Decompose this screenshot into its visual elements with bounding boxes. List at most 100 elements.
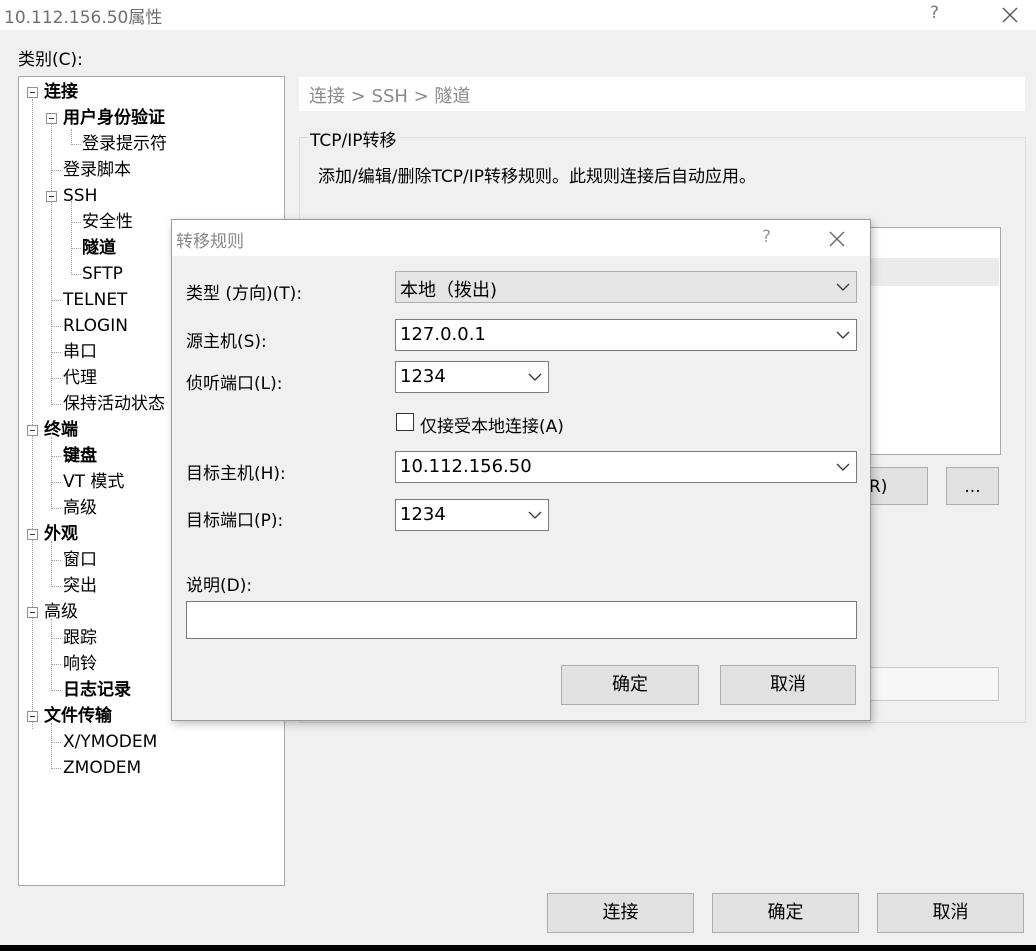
- tree-item-window[interactable]: 窗口: [63, 549, 97, 571]
- group-description: 添加/编辑/删除TCP/IP转移规则。此规则连接后自动应用。: [318, 167, 756, 187]
- tree-line: [51, 508, 61, 509]
- tree-item-auth[interactable]: 用户身份验证: [63, 107, 165, 129]
- tree-item-tunnel[interactable]: 隧道: [82, 237, 116, 259]
- title-bar: 10.112.156.50属性 ?: [0, 0, 1036, 30]
- close-icon[interactable]: [996, 1, 1024, 29]
- chevron-down-icon: [836, 331, 850, 339]
- collapse-icon[interactable]: [27, 425, 38, 436]
- tree-item-appearance[interactable]: 外观: [44, 523, 78, 545]
- chevron-down-icon: [528, 511, 542, 519]
- collapse-icon[interactable]: [27, 711, 38, 722]
- tree-line: [51, 638, 61, 639]
- breadcrumb: 连接 > SSH > 隧道: [299, 77, 1025, 111]
- properties-window: 10.112.156.50属性 ? 类别(C): 连接 用户身份验证 登录提示符…: [0, 0, 1036, 945]
- tree-item-terminal[interactable]: 终端: [44, 419, 78, 441]
- forward-rule-dialog: 转移规则 ? 类型 (方向)(T): 本地（拨出) 源主机(S): 127.0.…: [171, 219, 871, 721]
- list-item[interactable]: [868, 258, 999, 286]
- tree-line: [51, 664, 61, 665]
- tree-item-rlogin[interactable]: RLOGIN: [63, 315, 128, 337]
- tree-line: [51, 723, 52, 769]
- dialog-help-button[interactable]: ?: [762, 227, 771, 247]
- type-label: 类型 (方向)(T):: [186, 284, 303, 304]
- tree-item-bell[interactable]: 响铃: [63, 653, 97, 675]
- remove-button-label: R): [869, 477, 888, 497]
- tree-line: [51, 690, 61, 691]
- tree-item-file-transfer[interactable]: 文件传输: [44, 705, 112, 727]
- chevron-down-icon: [836, 283, 850, 291]
- tree-item-serial[interactable]: 串口: [63, 341, 97, 363]
- tree-line: [51, 742, 61, 743]
- local-only-checkbox[interactable]: [396, 413, 414, 431]
- tree-line: [71, 201, 72, 273]
- dialog-title-bar: 转移规则 ?: [172, 220, 870, 256]
- tree-item-login-prompt[interactable]: 登录提示符: [82, 133, 167, 155]
- tree-item-sftp[interactable]: SFTP: [82, 263, 123, 285]
- target-host-combo[interactable]: 10.112.156.50: [395, 451, 857, 483]
- tree-item-telnet[interactable]: TELNET: [63, 289, 127, 311]
- tree-line: [51, 352, 61, 353]
- close-icon[interactable]: [824, 226, 850, 252]
- background-field: [868, 667, 999, 701]
- cancel-button[interactable]: 取消: [877, 893, 1024, 933]
- tree-line: [71, 248, 81, 249]
- collapse-icon[interactable]: [27, 87, 38, 98]
- listen-port-value: 1234: [400, 366, 446, 387]
- listen-port-label: 侦听端口(L):: [186, 374, 283, 394]
- collapse-icon[interactable]: [46, 113, 57, 124]
- tree-line: [51, 437, 52, 509]
- listen-port-combo[interactable]: 1234: [395, 361, 549, 393]
- tree-item-keyboard[interactable]: 键盘: [63, 445, 97, 467]
- breadcrumb-text: 连接 > SSH > 隧道: [309, 86, 471, 107]
- target-port-combo[interactable]: 1234: [395, 499, 549, 531]
- tree-item-logging[interactable]: 日志记录: [63, 679, 131, 701]
- source-host-label: 源主机(S):: [186, 332, 267, 352]
- more-button[interactable]: ...: [946, 467, 999, 505]
- tree-line: [71, 129, 72, 145]
- ok-button[interactable]: 确定: [712, 893, 859, 933]
- tree-item-highlight[interactable]: 突出: [63, 575, 97, 597]
- target-host-value: 10.112.156.50: [400, 456, 532, 477]
- type-value: 本地（拨出): [400, 280, 498, 301]
- tree-line: [51, 300, 61, 301]
- dialog-ok-button[interactable]: 确定: [561, 665, 699, 705]
- tree-item-connection[interactable]: 连接: [44, 81, 78, 103]
- help-button[interactable]: ?: [930, 3, 939, 23]
- tree-item-keepalive[interactable]: 保持活动状态: [63, 393, 165, 415]
- dialog-cancel-button[interactable]: 取消: [720, 665, 856, 705]
- tree-line: [51, 768, 61, 769]
- target-host-label: 目标主机(H):: [186, 464, 286, 484]
- description-label: 说明(D):: [186, 576, 253, 596]
- tree-line: [71, 144, 81, 145]
- tree-line: [51, 560, 61, 561]
- tree-item-advanced[interactable]: 高级: [44, 601, 78, 623]
- tree-line: [51, 456, 61, 457]
- remove-button[interactable]: R): [868, 467, 928, 505]
- description-input[interactable]: [186, 601, 857, 639]
- tree-item-term-advanced[interactable]: 高级: [63, 497, 97, 519]
- category-label: 类别(C):: [18, 50, 83, 70]
- group-title: TCP/IP转移: [308, 126, 399, 151]
- collapse-icon[interactable]: [27, 607, 38, 618]
- connect-button[interactable]: 连接: [547, 893, 694, 933]
- chevron-down-icon: [528, 373, 542, 381]
- tree-item-proxy[interactable]: 代理: [63, 367, 97, 389]
- target-port-label: 目标端口(P):: [186, 511, 284, 531]
- collapse-icon[interactable]: [46, 191, 57, 202]
- tree-item-zmodem[interactable]: ZMODEM: [63, 757, 141, 779]
- chevron-down-icon: [836, 463, 850, 471]
- tree-line: [51, 586, 61, 587]
- tree-item-trace[interactable]: 跟踪: [63, 627, 97, 649]
- tree-line: [51, 326, 61, 327]
- tree-line: [51, 170, 61, 171]
- source-host-combo[interactable]: 127.0.0.1: [395, 319, 857, 351]
- tree-item-xymodem[interactable]: X/YMODEM: [63, 731, 157, 753]
- window-title: 10.112.156.50属性: [4, 8, 163, 28]
- local-only-label[interactable]: 仅接受本地连接(A): [420, 412, 564, 437]
- tree-item-login-script[interactable]: 登录脚本: [63, 159, 131, 181]
- tree-line: [51, 482, 61, 483]
- tree-item-vt-mode[interactable]: VT 模式: [63, 471, 124, 493]
- type-select[interactable]: 本地（拨出): [395, 271, 857, 303]
- collapse-icon[interactable]: [27, 529, 38, 540]
- tree-item-ssh[interactable]: SSH: [63, 185, 97, 207]
- tree-item-security[interactable]: 安全性: [82, 211, 133, 233]
